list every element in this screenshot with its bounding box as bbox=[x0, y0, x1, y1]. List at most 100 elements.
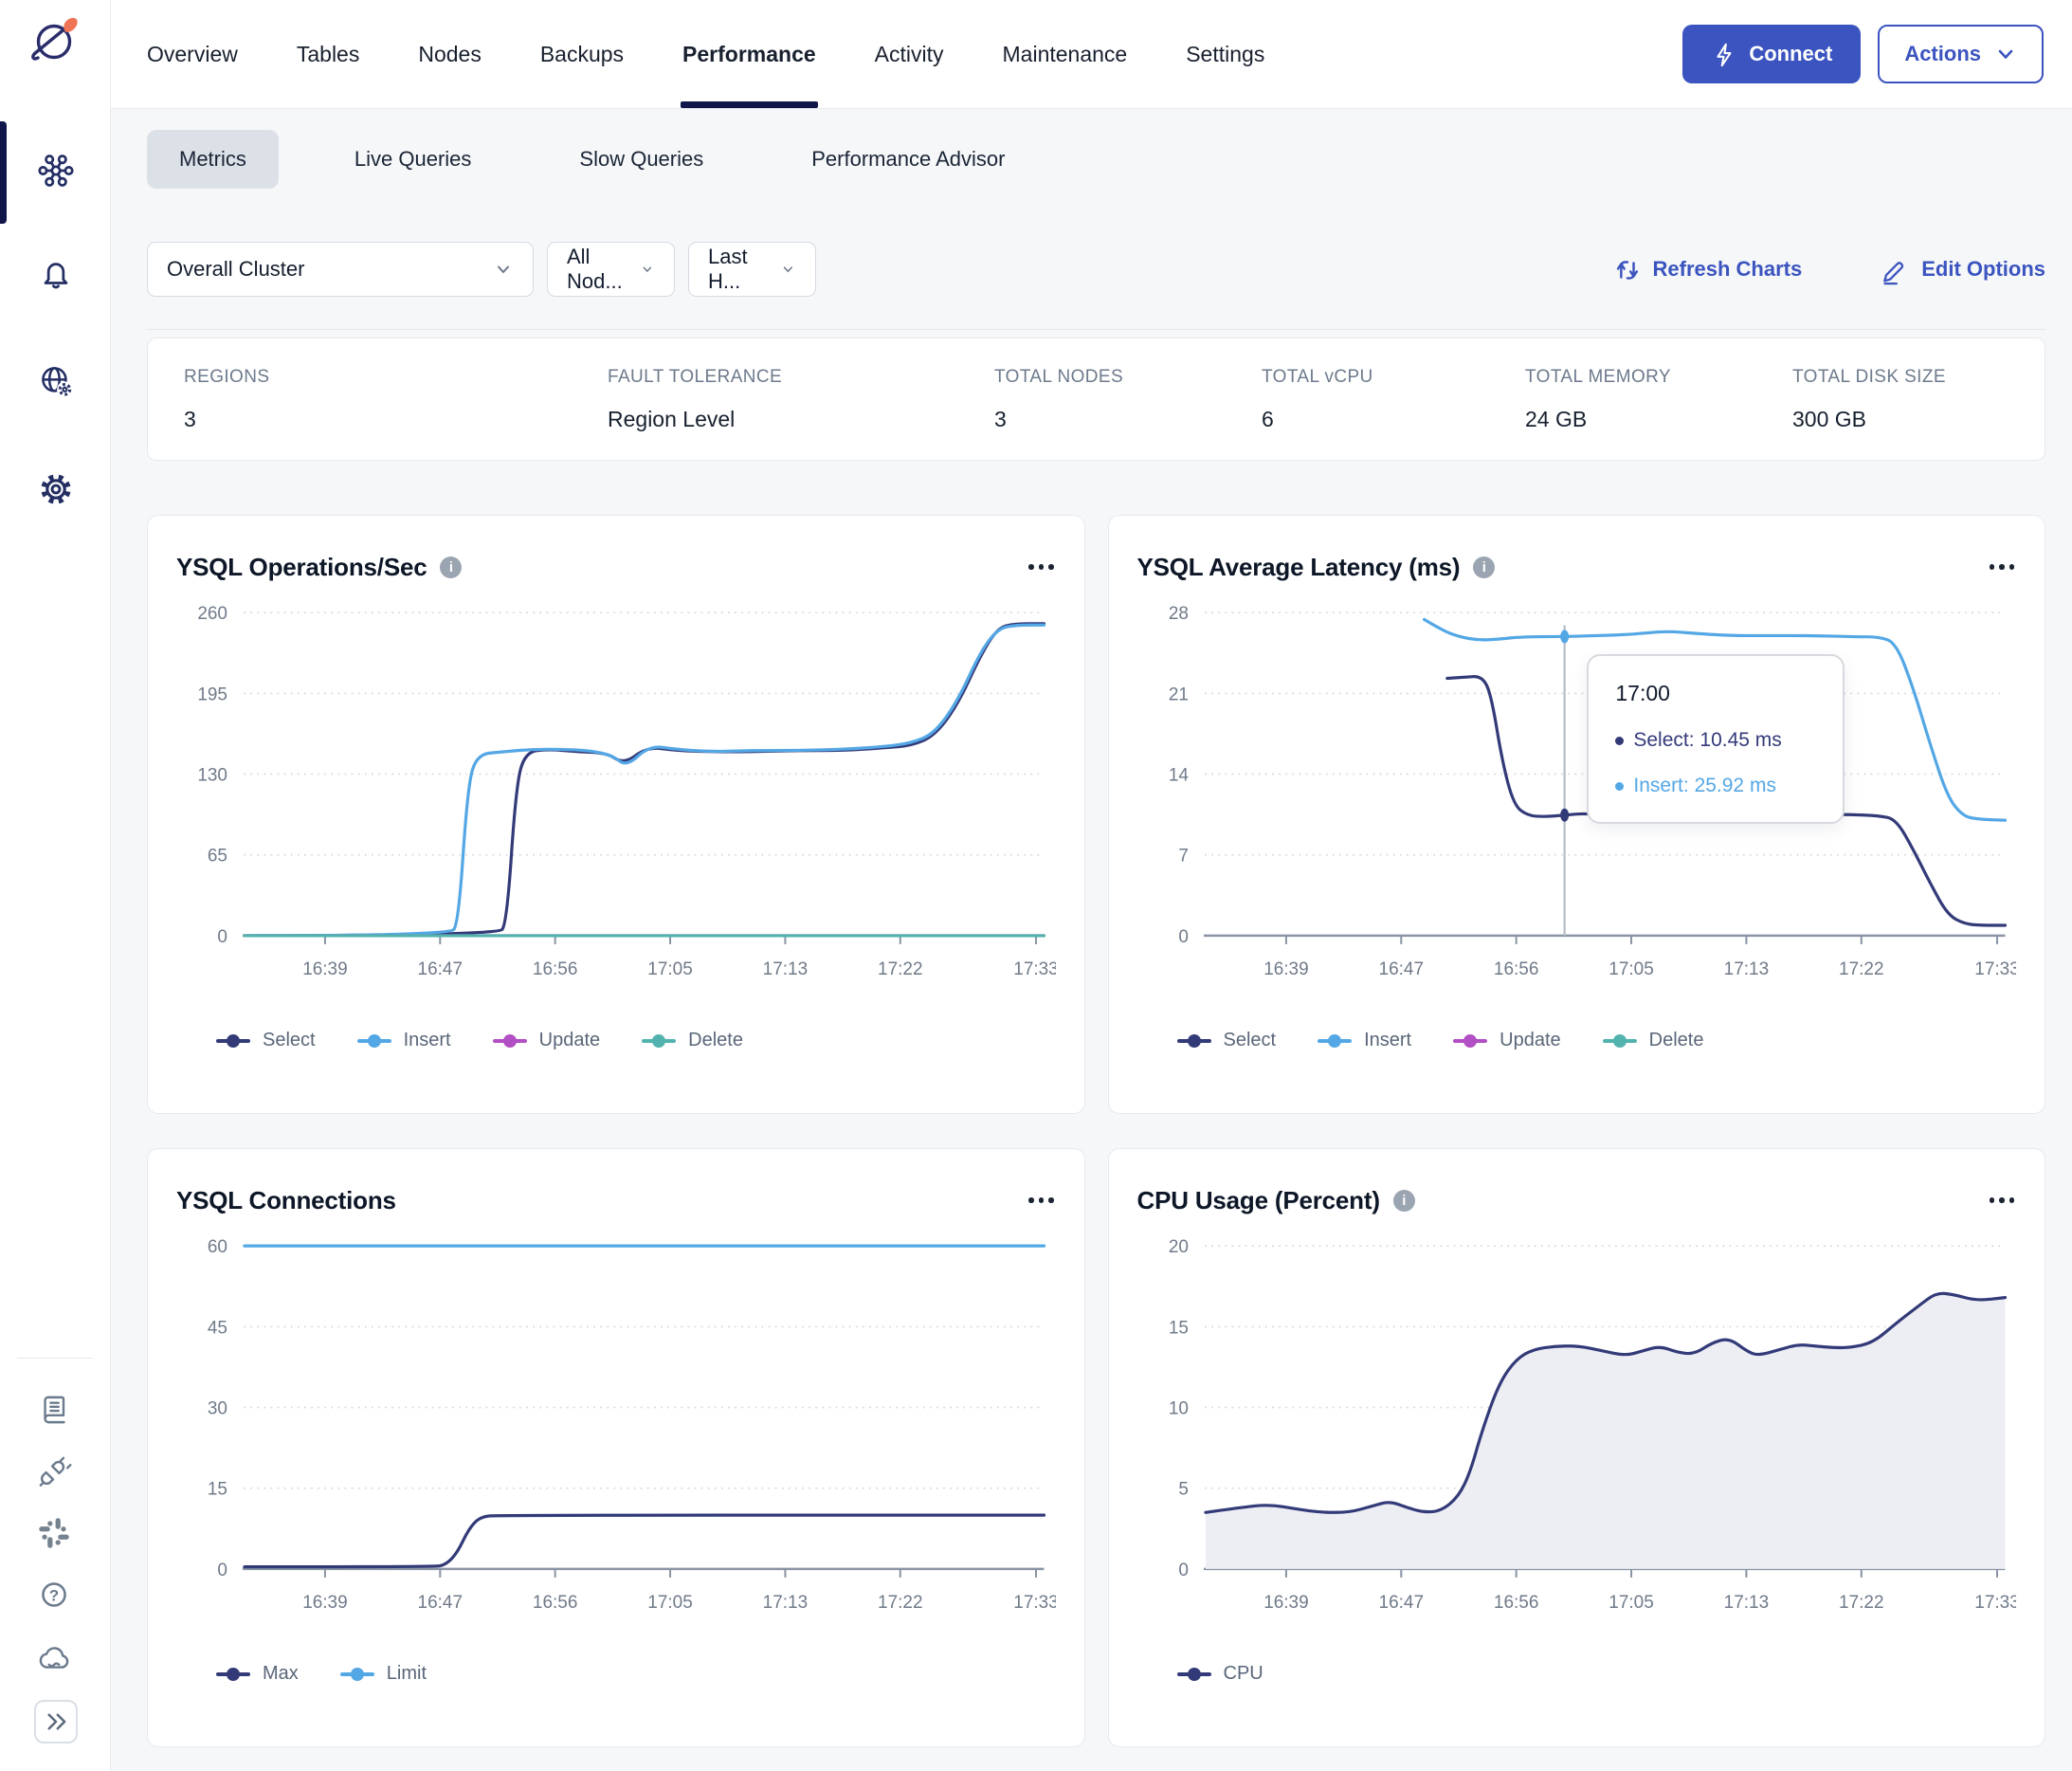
legend-marker-icon bbox=[492, 1033, 527, 1048]
stat-value: Region Level bbox=[608, 406, 736, 431]
info-icon[interactable] bbox=[440, 556, 463, 578]
info-icon[interactable] bbox=[1392, 1189, 1415, 1212]
edit-options-link[interactable]: Edit Options bbox=[1878, 253, 2045, 285]
section-divider bbox=[147, 329, 2045, 330]
cluster-stats-card: REGIONS 3 FAULT TOLERANCE Region Level TOTAL… bbox=[147, 338, 2045, 461]
tab-performance[interactable]: Performance bbox=[681, 0, 818, 108]
subtab-metrics[interactable]: Metrics bbox=[147, 130, 279, 189]
nodes-select[interactable]: All Nod... bbox=[547, 242, 675, 297]
stat-value: 3 bbox=[994, 406, 1007, 431]
globe-gear-icon bbox=[42, 367, 73, 398]
sidebar-item-alerts[interactable] bbox=[34, 250, 78, 294]
svg-text:17:13: 17:13 bbox=[1723, 1593, 1768, 1613]
stat-label: REGIONS bbox=[184, 366, 270, 387]
legend-item-insert[interactable]: Insert bbox=[1318, 1030, 1411, 1051]
chart-plot[interactable]: 0 5 10 15 20 16:39 16:47 16:56 17:05 17:13 17:22 17… bbox=[1137, 1231, 2017, 1657]
chart-plot[interactable]: 0 65 130 195 260 16:39 16:47 16:56 17:05 17:13 17:… bbox=[176, 597, 1056, 1024]
svg-text:0: 0 bbox=[1178, 1561, 1189, 1580]
sidebar-expand-button[interactable] bbox=[34, 1700, 78, 1744]
svg-text:0: 0 bbox=[217, 1561, 227, 1580]
slack-icon bbox=[39, 1518, 69, 1548]
legend-label: Select bbox=[263, 1030, 316, 1050]
chart-menu-ellipsis-icon[interactable] bbox=[1027, 558, 1056, 575]
stat-value: 24 GB bbox=[1525, 406, 1588, 431]
svg-text:?: ? bbox=[49, 1586, 59, 1604]
legend-label: Limit bbox=[386, 1663, 427, 1684]
cluster-select[interactable]: Overall Cluster bbox=[147, 242, 534, 297]
subtab-performance-advisor[interactable]: Performance Advisor bbox=[779, 130, 1037, 189]
svg-text:5: 5 bbox=[1178, 1480, 1189, 1500]
refresh-charts-link[interactable]: Refresh Charts bbox=[1611, 254, 1803, 284]
sidebar-item-help[interactable]: ? bbox=[34, 1575, 74, 1615]
legend-marker-icon bbox=[1176, 1667, 1211, 1681]
subtab-slow-queries[interactable]: Slow Queries bbox=[547, 130, 736, 189]
top-navbar: Overview Tables Nodes Backups Performance Act… bbox=[111, 0, 2072, 109]
chart-menu-ellipsis-icon[interactable] bbox=[1988, 558, 2017, 575]
chart-plot[interactable]: 0 15 30 45 60 16:39 16:47 16:56 17:05 17:13 17:22 1… bbox=[176, 1231, 1056, 1657]
double-chevron-right-icon bbox=[47, 1713, 66, 1730]
tab-activity[interactable]: Activity bbox=[875, 0, 944, 108]
sidebar-item-network[interactable] bbox=[34, 360, 78, 404]
yugabyte-logo-icon[interactable] bbox=[28, 13, 82, 66]
chart-plot[interactable]: 0 7 14 21 28 16:39 16:47 16:56 17:05 17:13 17:22 17… bbox=[1137, 597, 2017, 1024]
sidebar: ? bbox=[0, 0, 111, 1771]
svg-text:15: 15 bbox=[208, 1480, 227, 1500]
tab-tables[interactable]: Tables bbox=[297, 0, 359, 108]
legend-item-select[interactable]: Select bbox=[1176, 1030, 1276, 1051]
legend-item-cpu[interactable]: CPU bbox=[1176, 1663, 1263, 1685]
stat-total-disk-size: TOTAL DISK SIZE 300 GB bbox=[1792, 367, 2008, 432]
tab-overview[interactable]: Overview bbox=[147, 0, 238, 108]
svg-text:17:05: 17:05 bbox=[647, 959, 692, 979]
legend-item-select[interactable]: Select bbox=[216, 1030, 316, 1051]
svg-text:17:22: 17:22 bbox=[878, 959, 922, 979]
stat-fault-tolerance: FAULT TOLERANCE Region Level bbox=[608, 367, 994, 432]
svg-text:7: 7 bbox=[1178, 847, 1189, 867]
tab-maintenance[interactable]: Maintenance bbox=[1003, 0, 1128, 108]
chart-menu-ellipsis-icon[interactable] bbox=[1988, 1192, 2017, 1209]
refresh-charts-label: Refresh Charts bbox=[1652, 257, 1803, 281]
svg-text:17:05: 17:05 bbox=[647, 1593, 692, 1613]
svg-text:65: 65 bbox=[208, 847, 227, 867]
subtab-live-queries[interactable]: Live Queries bbox=[322, 130, 504, 189]
svg-text:28: 28 bbox=[1168, 604, 1188, 624]
sidebar-item-cluster[interactable] bbox=[34, 149, 78, 192]
connect-button[interactable]: Connect bbox=[1682, 25, 1862, 83]
svg-text:16:56: 16:56 bbox=[1493, 959, 1537, 979]
svg-text:16:39: 16:39 bbox=[302, 1593, 347, 1613]
chart-menu-ellipsis-icon[interactable] bbox=[1027, 1192, 1056, 1209]
sidebar-item-docs[interactable] bbox=[34, 1390, 74, 1430]
legend-marker-icon bbox=[1453, 1033, 1488, 1048]
chart-title: YSQL Connections bbox=[176, 1185, 396, 1214]
legend-item-update[interactable]: Update bbox=[1453, 1030, 1561, 1051]
cluster-select-value: Overall Cluster bbox=[167, 257, 305, 281]
legend-item-update[interactable]: Update bbox=[492, 1030, 600, 1051]
stat-label: TOTAL vCPU bbox=[1262, 366, 1373, 387]
subtabs: Metrics Live Queries Slow Queries Performan… bbox=[147, 130, 2045, 189]
legend-item-insert[interactable]: Insert bbox=[356, 1030, 451, 1051]
tab-nodes[interactable]: Nodes bbox=[418, 0, 481, 108]
legend-item-max[interactable]: Max bbox=[216, 1663, 299, 1685]
svg-text:15: 15 bbox=[1168, 1318, 1188, 1338]
gear-icon bbox=[41, 474, 71, 504]
stat-total-memory: TOTAL MEMORY 24 GB bbox=[1525, 367, 1792, 432]
legend-item-delete[interactable]: Delete bbox=[642, 1030, 743, 1051]
svg-text:17:13: 17:13 bbox=[763, 1593, 808, 1613]
info-icon[interactable] bbox=[1473, 556, 1496, 578]
legend-item-delete[interactable]: Delete bbox=[1602, 1030, 1703, 1051]
legend-item-limit[interactable]: Limit bbox=[339, 1663, 427, 1685]
svg-text:21: 21 bbox=[1168, 685, 1188, 704]
main-area: Overview Tables Nodes Backups Performance Act… bbox=[111, 0, 2072, 1771]
tab-settings[interactable]: Settings bbox=[1186, 0, 1264, 108]
svg-text:17:33: 17:33 bbox=[1974, 1593, 2016, 1613]
tooltip-time: 17:00 bbox=[1615, 681, 1670, 705]
sidebar-item-integrations[interactable] bbox=[34, 1451, 74, 1491]
sidebar-item-cloud-status[interactable] bbox=[34, 1636, 74, 1676]
chart-card-ysql-operations: YSQL Operations/Sec 0 65 130 195 260 16:39 16:… bbox=[147, 515, 1085, 1114]
tooltip-rows: Select: 10.45 ms Insert: 25.92 ms bbox=[1615, 729, 1816, 797]
svg-text:16:39: 16:39 bbox=[1263, 1593, 1308, 1613]
time-range-select[interactable]: Last H... bbox=[688, 242, 816, 297]
sidebar-item-settings[interactable] bbox=[34, 467, 78, 511]
actions-button[interactable]: Actions bbox=[1878, 25, 2044, 83]
sidebar-item-slack[interactable] bbox=[34, 1513, 74, 1553]
tab-backups[interactable]: Backups bbox=[540, 0, 624, 108]
